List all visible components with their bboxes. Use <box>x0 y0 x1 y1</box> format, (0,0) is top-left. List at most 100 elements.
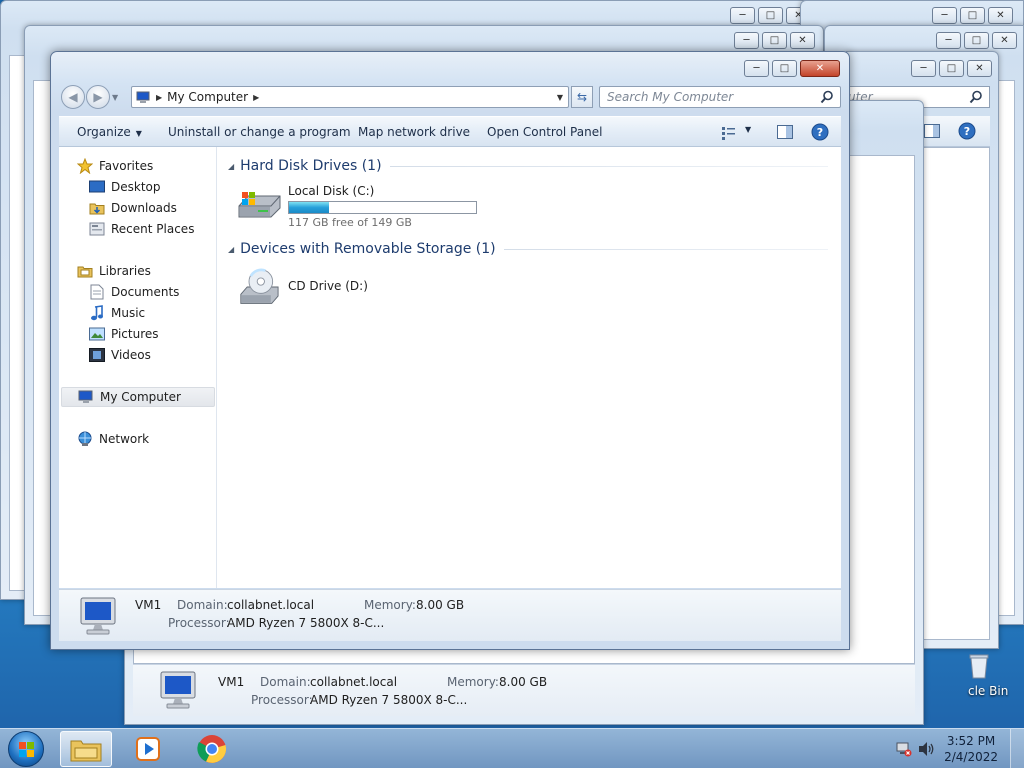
forward-icon: ▶ <box>93 90 103 104</box>
network-tray-icon[interactable] <box>896 741 912 757</box>
preview-pane-icon[interactable] <box>924 124 940 138</box>
computer-icon <box>78 389 94 405</box>
start-orb-icon[interactable] <box>8 731 44 767</box>
taskbar-explorer-button[interactable] <box>60 731 112 767</box>
chrome-icon <box>197 735 227 763</box>
taskbar-media-player-button[interactable] <box>122 731 174 767</box>
refresh-button[interactable]: ⇆ <box>571 86 593 108</box>
file-list: ◢ Hard Disk Drives (1) Local Disk (C:) 1… <box>218 147 841 588</box>
explorer-window[interactable]: ─ □ ✕ ◀ ▶ ▼ ▶ My Computer ▶ ▼ ⇆ Organize… <box>50 51 850 650</box>
nav-item-my-computer[interactable]: My Computer <box>61 387 215 407</box>
nav-item-music[interactable]: Music <box>89 303 145 323</box>
group-header-removable-storage[interactable]: ◢ Devices with Removable Storage (1) <box>228 239 828 259</box>
maximize-button[interactable]: □ <box>964 32 989 49</box>
refresh-icon: ⇆ <box>576 90 588 104</box>
open-control-panel-button[interactable]: Open Control Panel <box>487 125 602 139</box>
search-box[interactable] <box>599 86 841 108</box>
minimize-button[interactable]: ─ <box>744 60 769 77</box>
maximize-button[interactable]: □ <box>762 32 787 49</box>
chevron-down-icon: ▼ <box>135 129 142 138</box>
close-button[interactable]: ✕ <box>992 32 1017 49</box>
breadcrumb-my-computer[interactable]: My Computer <box>167 90 248 104</box>
nav-item-documents[interactable]: Documents <box>89 282 179 302</box>
system-tray: 3:52 PM 2/4/2022 <box>884 729 1024 768</box>
library-icon <box>77 263 93 279</box>
minimize-button[interactable]: ─ <box>932 7 957 24</box>
command-bar: Organize ▼ Uninstall or change a program … <box>59 116 841 147</box>
drive-cd-d[interactable]: CD Drive (D:) <box>236 267 368 307</box>
desktop-icon <box>89 179 105 195</box>
minimize-button[interactable]: ─ <box>911 60 936 77</box>
cd-drive-icon <box>240 268 279 304</box>
nav-item-libraries[interactable]: Libraries <box>77 261 151 281</box>
recycle-bin-label[interactable]: cle Bin <box>968 684 1008 698</box>
collapse-triangle-icon[interactable]: ◢ <box>228 245 234 254</box>
clock[interactable]: 3:52 PM 2/4/2022 <box>944 733 998 765</box>
taskbar-chrome-button[interactable] <box>186 731 238 767</box>
volume-icon[interactable] <box>918 741 936 757</box>
drive-free-space: 117 GB free of 149 GB <box>288 216 412 229</box>
forward-button[interactable]: ▶ <box>86 85 110 109</box>
uninstall-program-button[interactable]: Uninstall or change a program <box>168 125 351 139</box>
search-input[interactable] <box>607 90 812 104</box>
nav-item-pictures[interactable]: Pictures <box>89 324 159 344</box>
help-icon[interactable]: ? <box>811 123 829 141</box>
organize-button[interactable]: Organize ▼ <box>77 125 142 139</box>
maximize-button[interactable]: □ <box>758 7 783 24</box>
memory-value: 8.00 GB <box>416 598 465 612</box>
processor-label: Processor: <box>168 616 230 630</box>
search-icon[interactable] <box>969 90 983 104</box>
svg-text:?: ? <box>817 126 823 139</box>
address-bar[interactable]: ▶ My Computer ▶ ▼ <box>131 86 569 108</box>
group-header-hard-disk-drives[interactable]: ◢ Hard Disk Drives (1) <box>228 156 828 176</box>
processor-value: AMD Ryzen 7 5800X 8-C... <box>227 616 385 630</box>
address-row: ◀ ▶ ▼ ▶ My Computer ▶ ▼ ⇆ <box>59 85 841 111</box>
close-button[interactable]: ✕ <box>967 60 992 77</box>
taskbar: 3:52 PM 2/4/2022 <box>0 728 1024 768</box>
maximize-button[interactable]: □ <box>960 7 985 24</box>
processor-label: Processor: <box>251 693 313 707</box>
windows-logo-icon <box>19 742 34 757</box>
recent-pages-dropdown[interactable]: ▼ <box>112 93 118 102</box>
minimize-button[interactable]: ─ <box>734 32 759 49</box>
recent-places-icon <box>89 221 105 237</box>
domain-label: Domain: <box>260 675 311 689</box>
minimize-button[interactable]: ─ <box>936 32 961 49</box>
address-dropdown[interactable]: ▼ <box>557 93 563 102</box>
minimize-button[interactable]: ─ <box>730 7 755 24</box>
views-icon[interactable] <box>721 126 737 140</box>
nav-item-desktop[interactable]: Desktop <box>89 177 161 197</box>
drive-local-disk-c[interactable]: Local Disk (C:) 117 GB free of 149 GB <box>236 182 477 229</box>
show-desktop-button[interactable] <box>1010 729 1024 768</box>
close-button[interactable]: ✕ <box>988 7 1013 24</box>
collapse-triangle-icon[interactable]: ◢ <box>228 162 234 171</box>
views-dropdown-caret[interactable]: ▼ <box>745 125 751 134</box>
close-button[interactable]: ✕ <box>800 60 840 77</box>
downloads-folder-icon <box>89 200 105 216</box>
videos-icon <box>89 347 105 363</box>
nav-item-recent-places[interactable]: Recent Places <box>89 219 194 239</box>
processor-value: AMD Ryzen 7 5800X 8-C... <box>310 693 468 707</box>
map-network-drive-button[interactable]: Map network drive <box>358 125 470 139</box>
computer-icon <box>80 597 116 635</box>
preview-pane-icon[interactable] <box>777 125 793 139</box>
back-button[interactable]: ◀ <box>61 85 85 109</box>
search-icon[interactable] <box>820 90 834 104</box>
network-icon <box>77 431 93 447</box>
breadcrumb-separator[interactable]: ▶ <box>156 93 162 102</box>
computer-icon <box>136 91 150 103</box>
nav-item-network[interactable]: Network <box>77 429 149 449</box>
nav-item-favorites[interactable]: Favorites <box>77 156 153 176</box>
close-button[interactable]: ✕ <box>790 32 815 49</box>
breadcrumb-separator[interactable]: ▶ <box>253 93 259 102</box>
nav-item-videos[interactable]: Videos <box>89 345 151 365</box>
help-icon[interactable]: ? <box>958 122 976 140</box>
domain-label: Domain: <box>177 598 228 612</box>
back-icon: ◀ <box>68 90 78 104</box>
maximize-button[interactable]: □ <box>939 60 964 77</box>
recycle-bin-icon[interactable] <box>968 652 990 680</box>
memory-label: Memory: <box>447 675 499 689</box>
navigation-pane: Favorites Desktop Downloads Recent Place… <box>59 147 217 588</box>
maximize-button[interactable]: □ <box>772 60 797 77</box>
nav-item-downloads[interactable]: Downloads <box>89 198 177 218</box>
